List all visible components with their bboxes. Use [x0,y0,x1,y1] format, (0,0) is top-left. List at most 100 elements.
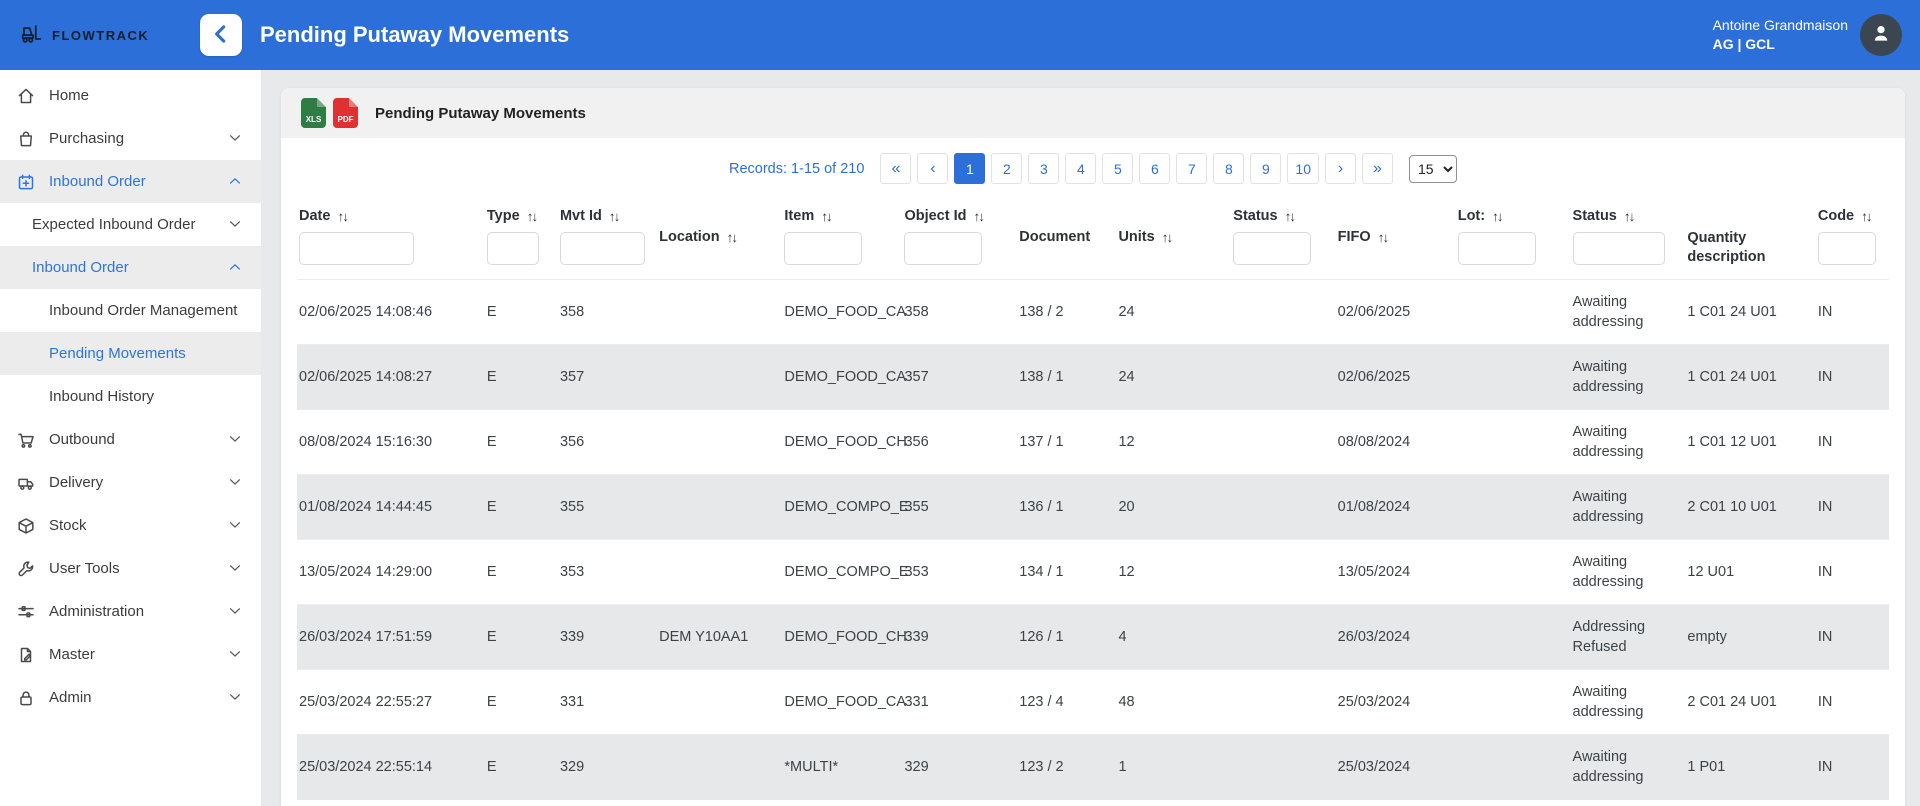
brand-name: FLOWTRACK [52,28,149,43]
user-avatar[interactable] [1860,14,1902,56]
first-page-button[interactable]: « [880,153,911,184]
sidebar-item-user-tools[interactable]: User Tools [0,547,261,590]
column-label-status-2[interactable]: Status↑↓ [1573,208,1678,224]
sidebar-item-label: Master [49,646,95,663]
page-button-3[interactable]: 3 [1028,153,1059,184]
cell-item: DEMO_FOOD_CH [782,410,902,475]
cell-status-2: Awaiting addressing [1571,345,1686,410]
sidebar-item-pending-movements[interactable]: Pending Movements [0,332,261,375]
sidebar-item-admin[interactable]: Admin [0,676,261,719]
cell-units: 4 [1116,605,1231,670]
column-label-object-id[interactable]: Object Id↑↓ [904,208,1009,224]
sidebar-item-inbound-history[interactable]: Inbound History [0,375,261,418]
chevron-down-icon [227,130,243,146]
last-page-button[interactable]: » [1362,153,1393,184]
column-label-lot[interactable]: Lot:↑↓ [1458,208,1563,224]
cell-document: 138 / 1 [1017,345,1116,410]
filter-input-type[interactable] [487,232,539,265]
page-button-5[interactable]: 5 [1102,153,1133,184]
truck-icon [16,473,36,493]
column-header-units: Units↑↓ [1116,200,1231,280]
chevron-down-icon [227,474,243,490]
cell-lot [1456,410,1571,475]
sidebar-item-master[interactable]: Master [0,633,261,676]
column-header-location: Location↑↓ [657,200,782,280]
sidebar-item-administration[interactable]: Administration [0,590,261,633]
content-card: XLS PDF Pending Putaway Movements Record… [281,88,1905,806]
filter-input-object-id[interactable] [904,232,982,265]
column-label-status[interactable]: Status↑↓ [1233,208,1327,224]
column-label-code[interactable]: Code↑↓ [1818,208,1881,224]
cell-status-2: Awaiting addressing [1571,410,1686,475]
page-button-9[interactable]: 9 [1250,153,1281,184]
sidebar-item-stock[interactable]: Stock [0,504,261,547]
wrench-icon [16,559,36,579]
filter-input-code[interactable] [1818,232,1876,265]
table-row[interactable]: 25/03/2024 22:55:14E329*MULTI*329123 / 2… [297,735,1889,800]
sidebar-item-expected-inbound-order[interactable]: Expected Inbound Order [0,203,261,246]
page-button-4[interactable]: 4 [1065,153,1096,184]
sidebar-item-inbound-order[interactable]: Inbound Order [0,160,261,203]
table-row[interactable]: 01/08/2024 14:44:45E355DEMO_COMPO_E35513… [297,475,1889,540]
table-row[interactable]: 08/08/2024 15:16:30E356DEMO_FOOD_CH35613… [297,410,1889,475]
sidebar-item-inbound-order[interactable]: Inbound Order [0,246,261,289]
sidebar-item-purchasing[interactable]: Purchasing [0,117,261,160]
table-row[interactable]: 26/03/2024 17:51:59E339DEM Y10AA1DEMO_FO… [297,605,1889,670]
filter-input-status-2[interactable] [1573,232,1665,265]
column-header-object-id: Object Id↑↓ [902,200,1017,280]
page-size-select[interactable]: 15 [1409,155,1457,183]
export-pdf-icon[interactable]: PDF [333,98,358,128]
column-label-mvt-id[interactable]: Mvt Id↑↓ [560,208,649,224]
sidebar-item-outbound[interactable]: Outbound [0,418,261,461]
column-header-mvt-id: Mvt Id↑↓ [558,200,657,280]
column-label-units[interactable]: Units↑↓ [1118,229,1223,245]
table-row[interactable]: 02/06/2025 14:08:27E357DEMO_FOOD_CA35713… [297,345,1889,410]
cell-date: 08/08/2024 15:16:30 [297,410,485,475]
cell-fifo: 13/05/2024 [1336,540,1456,605]
column-label-fifo[interactable]: FIFO↑↓ [1338,229,1448,245]
page-button-10[interactable]: 10 [1287,153,1319,184]
sort-icon: ↑↓ [1285,209,1295,224]
cell-status [1231,540,1335,605]
back-button[interactable] [200,14,242,56]
sort-icon: ↑↓ [337,209,347,224]
column-label-location[interactable]: Location↑↓ [659,229,774,245]
page-button-6[interactable]: 6 [1139,153,1170,184]
table-row[interactable]: 13/05/2024 14:29:00E353DEMO_COMPO_E35313… [297,540,1889,605]
cell-object-id: 329 [902,735,1017,800]
cell-quantity-description: 1 C01 24 U01 [1685,280,1815,345]
shopping-bag-icon [16,129,36,149]
export-xls-icon[interactable]: XLS [301,98,326,128]
sidebar-item-home[interactable]: Home [0,74,261,117]
cell-location: DEM Y10AA1 [657,605,782,670]
previous-page-button[interactable]: ‹ [917,153,948,184]
forklift-logo-icon [18,20,44,51]
cell-fifo: 26/03/2024 [1336,605,1456,670]
cell-code: IN [1816,280,1889,345]
sidebar-item-delivery[interactable]: Delivery [0,461,261,504]
next-page-button[interactable]: › [1325,153,1356,184]
sidebar-item-inbound-order-management[interactable]: Inbound Order Management [0,289,261,332]
column-label-item[interactable]: Item↑↓ [784,208,894,224]
cell-document: 138 / 2 [1017,280,1116,345]
cell-status [1231,475,1335,540]
table-row[interactable]: 02/06/2025 14:08:46E358DEMO_FOOD_CA35813… [297,280,1889,345]
column-label-date[interactable]: Date↑↓ [299,208,477,224]
cell-status-2: Awaiting addressing [1571,540,1686,605]
filter-input-status[interactable] [1233,232,1311,265]
page-button-8[interactable]: 8 [1213,153,1244,184]
column-label-type[interactable]: Type↑↓ [487,208,550,224]
filter-input-lot[interactable] [1458,232,1536,265]
filter-input-item[interactable] [784,232,862,265]
filter-input-date[interactable] [299,232,414,265]
cell-lot [1456,670,1571,735]
filter-input-mvt-id[interactable] [560,232,645,265]
sidebar-item-label: Pending Movements [49,345,186,362]
page-button-2[interactable]: 2 [991,153,1022,184]
page-button-1[interactable]: 1 [954,153,985,184]
cell-item: DEMO_COMPO_E [782,475,902,540]
cell-date: 02/06/2025 14:08:46 [297,280,485,345]
table-row[interactable]: 25/03/2024 22:55:27E331DEMO_FOOD_CA33112… [297,670,1889,735]
page-button-7[interactable]: 7 [1176,153,1207,184]
cube-icon [16,516,36,536]
